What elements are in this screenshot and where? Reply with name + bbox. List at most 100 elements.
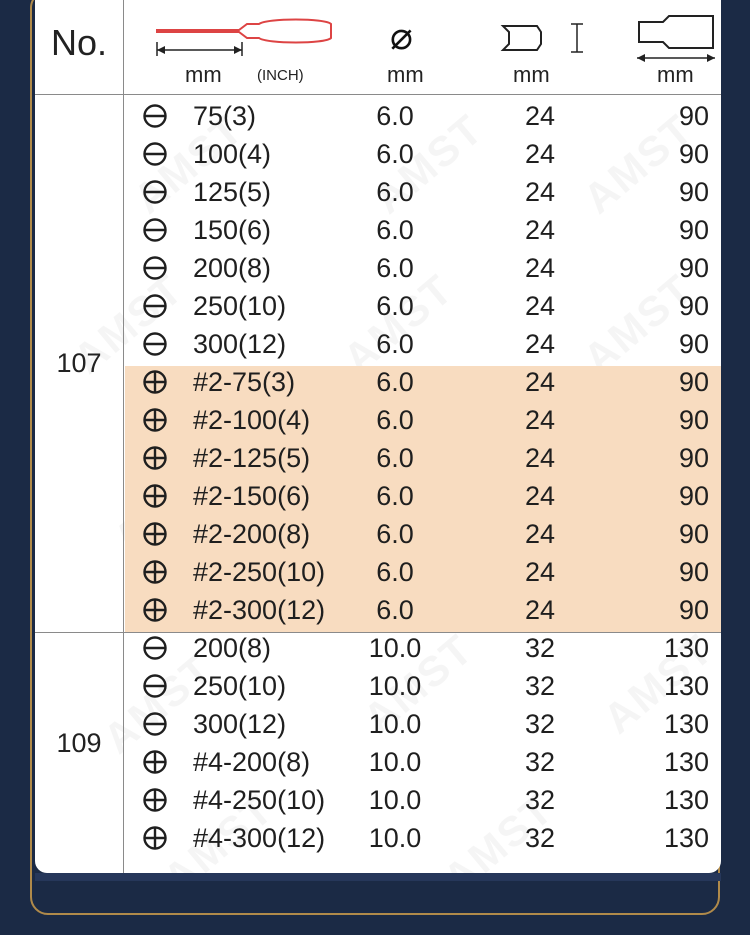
- diameter-cell: 10.0: [368, 747, 422, 777]
- header-size-unit: mm: [185, 62, 222, 87]
- size-cell: #4-200(8): [193, 747, 311, 777]
- table-row: 75(3) 6.0 24 90: [125, 97, 721, 135]
- handle-width-cell: 24: [524, 291, 556, 321]
- handle-width-cell: 24: [524, 367, 556, 397]
- handle-width-cell: 32: [524, 671, 556, 701]
- table-row: #2-300(12) 6.0 24 90: [125, 591, 721, 629]
- phillips-tip-icon: [143, 826, 167, 850]
- slotted-tip-icon: [143, 142, 167, 166]
- phillips-tip-icon: [143, 370, 167, 394]
- diameter-cell: 6.0: [376, 519, 414, 549]
- diameter-cell: 6.0: [376, 443, 414, 473]
- phillips-tip-icon: [143, 408, 167, 432]
- size-cell: #2-250(10): [193, 557, 326, 587]
- size-cell: 125(5): [193, 177, 272, 207]
- handle-width-icon: [500, 23, 583, 53]
- spec-table: AMST AMST AMST AMST AMST AMST AMST AMST AMST AMST…: [35, 0, 721, 873]
- handle-width-cell: 24: [524, 253, 556, 283]
- screwdriver-length-icon: [156, 18, 332, 56]
- slotted-tip-icon: [143, 674, 167, 698]
- handle-length-cell: 90: [678, 291, 709, 321]
- diameter-cell: 6.0: [376, 481, 414, 511]
- size-cell: 200(8): [193, 633, 272, 663]
- slotted-tip-icon: [143, 180, 167, 204]
- handle-width-cell: 32: [524, 747, 556, 777]
- header-dia-unit: mm: [387, 62, 424, 87]
- diameter-cell: 10.0: [368, 633, 422, 663]
- table-row: #2-200(8) 6.0 24 90: [125, 515, 721, 553]
- handle-width-cell: 32: [524, 709, 556, 739]
- diameter-cell: 10.0: [368, 785, 422, 815]
- slotted-tip-icon: [143, 294, 167, 318]
- handle-width-cell: 24: [524, 177, 556, 207]
- handle-length-cell: 90: [678, 101, 709, 131]
- size-cell: #2-100(4): [193, 405, 311, 435]
- size-cell: 75(3): [193, 101, 257, 131]
- size-cell: #2-300(12): [193, 595, 326, 625]
- bottom-stripe: [35, 873, 721, 881]
- size-cell: #4-250(10): [193, 785, 326, 815]
- slotted-tip-icon: [143, 104, 167, 128]
- diameter-cell: 6.0: [376, 177, 414, 207]
- handle-width-cell: 24: [524, 595, 556, 625]
- size-cell: 300(12): [193, 329, 287, 359]
- diameter-cell: 10.0: [368, 823, 422, 853]
- handle-width-cell: 24: [524, 557, 556, 587]
- table-row: #2-150(6) 6.0 24 90: [125, 477, 721, 515]
- phillips-tip-icon: [143, 788, 167, 812]
- handle-width-cell: 32: [524, 823, 556, 853]
- phillips-tip-icon: [143, 484, 167, 508]
- size-cell: 100(4): [193, 139, 272, 169]
- handle-width-cell: 24: [524, 443, 556, 473]
- slotted-tip-icon: [143, 256, 167, 280]
- handle-length-cell: 90: [678, 367, 709, 397]
- table-row: #4-200(8) 10.0 32 130: [125, 743, 721, 781]
- diameter-cell: 6.0: [376, 557, 414, 587]
- handle-width-cell: 24: [524, 139, 556, 169]
- diameter-cell: 6.0: [376, 101, 414, 131]
- handle-length-cell: 130: [663, 785, 709, 815]
- handle-length-cell: 90: [678, 557, 709, 587]
- handle-length-cell: 90: [678, 481, 709, 511]
- handle-width-cell: 24: [524, 329, 556, 359]
- table-row: 200(8) 6.0 24 90: [125, 249, 721, 287]
- handle-length-cell: 130: [663, 747, 709, 777]
- handle-width-cell: 24: [524, 215, 556, 245]
- handle-length-cell: 90: [678, 519, 709, 549]
- model-number: 107: [56, 348, 102, 378]
- diameter-cell: 6.0: [376, 139, 414, 169]
- diameter-cell: 6.0: [376, 291, 414, 321]
- size-cell: 300(12): [193, 709, 287, 739]
- phillips-tip-icon: [143, 446, 167, 470]
- handle-length-cell: 90: [678, 405, 709, 435]
- handle-width-cell: 24: [524, 405, 556, 435]
- size-cell: #2-150(6): [193, 481, 311, 511]
- handle-length-cell: 130: [663, 823, 709, 853]
- slotted-tip-icon: [143, 712, 167, 736]
- handle-length-cell: 90: [678, 443, 709, 473]
- diameter-cell: 6.0: [376, 367, 414, 397]
- header-len-unit: mm: [513, 62, 550, 87]
- handle-length-cell: 90: [678, 329, 709, 359]
- table-row: #2-250(10) 6.0 24 90: [125, 553, 721, 591]
- handle-length-cell: 130: [663, 709, 709, 739]
- handle-length-cell: 90: [678, 595, 709, 625]
- size-cell: #2-75(3): [193, 367, 296, 397]
- handle-length-cell: 130: [663, 671, 709, 701]
- diameter-cell: 6.0: [376, 329, 414, 359]
- diameter-cell: 10.0: [368, 671, 422, 701]
- slotted-tip-icon: [143, 636, 167, 660]
- handle-length-cell: 90: [678, 177, 709, 207]
- handle-length-icon: [637, 15, 715, 62]
- header-size-unit-inch: (INCH): [257, 67, 304, 84]
- size-cell: 200(8): [193, 253, 272, 283]
- table-row: 150(6) 6.0 24 90: [125, 211, 721, 249]
- handle-width-cell: 24: [524, 519, 556, 549]
- size-cell: 250(10): [193, 291, 287, 321]
- table-row: #4-300(12) 10.0 32 130: [125, 819, 721, 857]
- header-hdl-unit: mm: [657, 62, 694, 87]
- size-cell: #4-300(12): [193, 823, 326, 853]
- table-row: #2-100(4) 6.0 24 90: [125, 401, 721, 439]
- handle-width-cell: 24: [524, 101, 556, 131]
- table-row: #2-75(3) 6.0 24 90: [125, 363, 721, 401]
